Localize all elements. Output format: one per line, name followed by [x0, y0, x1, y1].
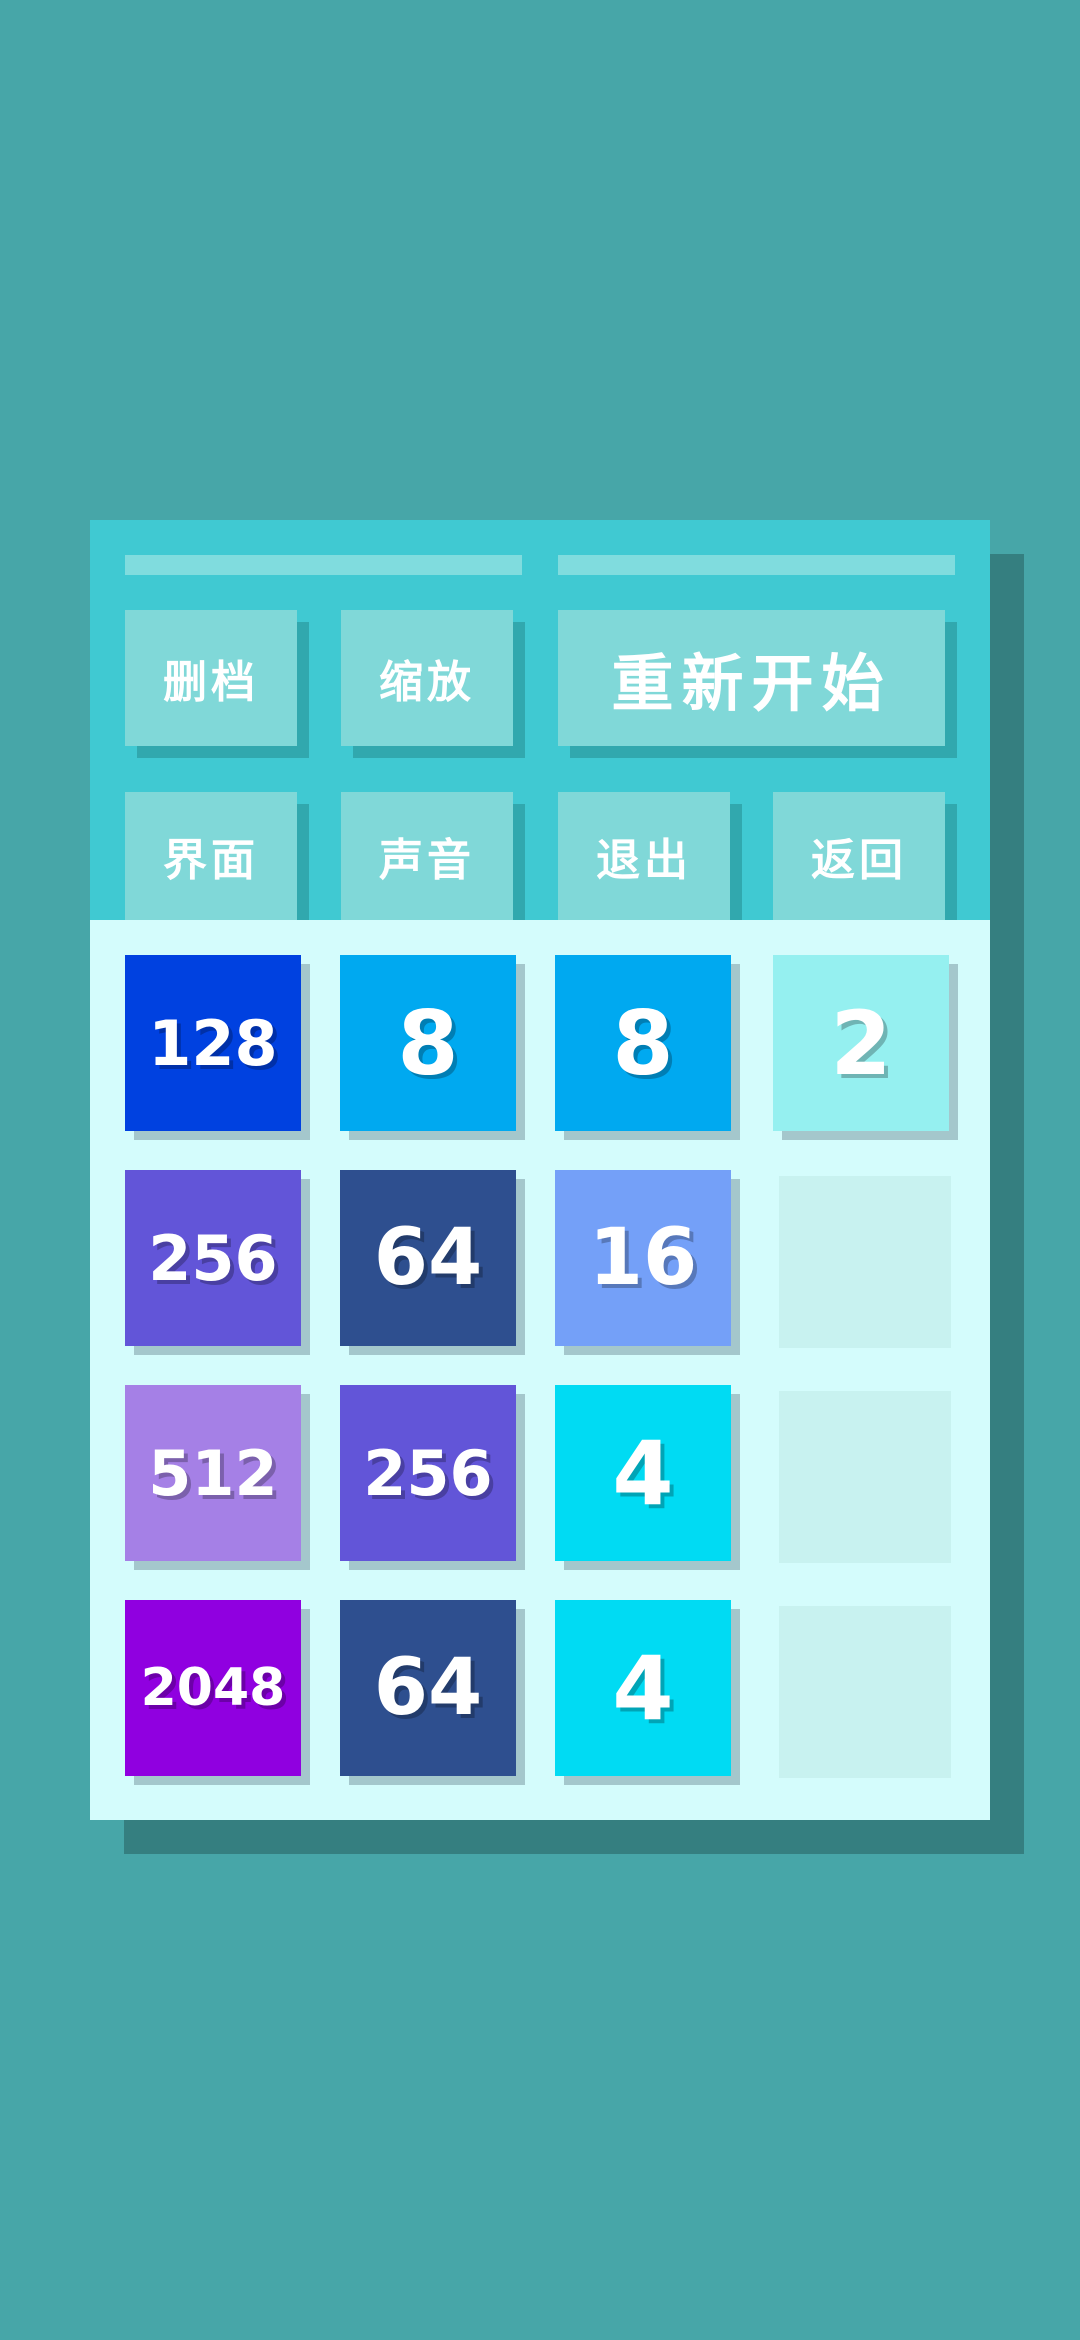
interface-button[interactable]: 界面: [125, 792, 297, 920]
best-score-bar: [558, 555, 955, 575]
tile-2: 2: [773, 955, 949, 1131]
game-panel: 删档 缩放 重新开始 界面 声音 退出 返回 128 8 8 2 256 64 16 512 2…: [90, 520, 990, 1820]
restart-button[interactable]: 重新开始: [558, 610, 945, 746]
tile-16: 16: [555, 1170, 731, 1346]
exit-button[interactable]: 退出: [558, 792, 730, 920]
tile-256: 256: [340, 1385, 516, 1561]
empty-cell: [779, 1606, 951, 1778]
tile-2048: 2048: [125, 1600, 301, 1776]
game-board[interactable]: 128 8 8 2 256 64 16 512 256 4 2048 64 4: [90, 920, 990, 1820]
tile-64: 64: [340, 1600, 516, 1776]
tile-4: 4: [555, 1600, 731, 1776]
back-button[interactable]: 返回: [773, 792, 945, 920]
zoom-button[interactable]: 缩放: [341, 610, 513, 746]
tile-512: 512: [125, 1385, 301, 1561]
delete-save-button[interactable]: 删档: [125, 610, 297, 746]
sound-button[interactable]: 声音: [341, 792, 513, 920]
empty-cell: [779, 1176, 951, 1348]
tile-4: 4: [555, 1385, 731, 1561]
control-area: 删档 缩放 重新开始 界面 声音 退出 返回: [90, 520, 990, 920]
tile-8: 8: [340, 955, 516, 1131]
tile-8: 8: [555, 955, 731, 1131]
score-bar: [125, 555, 522, 575]
tile-128: 128: [125, 955, 301, 1131]
tile-64: 64: [340, 1170, 516, 1346]
tile-256: 256: [125, 1170, 301, 1346]
empty-cell: [779, 1391, 951, 1563]
